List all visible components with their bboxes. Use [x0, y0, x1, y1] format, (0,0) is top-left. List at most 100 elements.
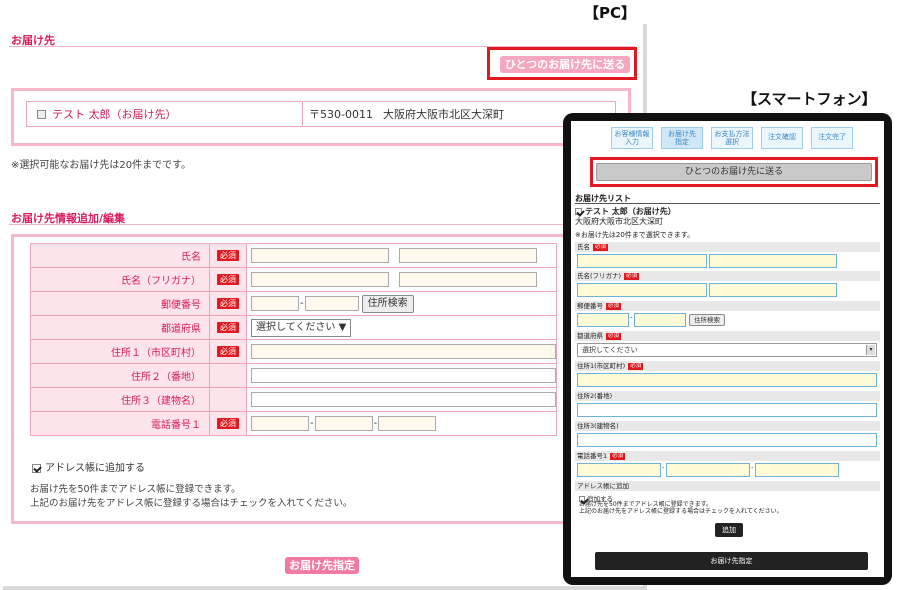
sp-address1-input[interactable]: [577, 373, 877, 387]
address2-input[interactable]: [251, 368, 556, 383]
label-kana: 氏名（フリガナ）: [30, 267, 210, 292]
step-label: 入力: [625, 138, 639, 146]
address-search-button[interactable]: 住所検索: [361, 294, 414, 313]
phone-2-input[interactable]: [314, 416, 373, 431]
sp-label-phone: 電話番号1 必須: [575, 451, 880, 461]
sp-address3-input[interactable]: [577, 433, 877, 447]
book-note-line: 上記のお届け先をアドレス帳に登録する場合はチェックを入れてください。: [30, 498, 353, 509]
sp-label-text: 郵便番号: [577, 302, 603, 310]
phone-dash: -: [310, 418, 314, 429]
sp-phone-dash: -: [751, 464, 754, 472]
postal-dash: -: [300, 298, 304, 309]
prefecture-select[interactable]: 選択してください ▼: [251, 318, 352, 337]
step-payment: お支払方法 選択: [711, 127, 753, 149]
sp-address2-input[interactable]: [577, 403, 877, 417]
first-name-kana-input[interactable]: [399, 272, 537, 287]
sp-prefecture-select[interactable]: 選択してください ▾: [577, 343, 877, 357]
form-row-address2: 住所２（番地）: [30, 363, 557, 388]
label-postal: 郵便番号: [30, 291, 210, 316]
required-badge: 必須: [628, 362, 644, 370]
sp-phone-2-input[interactable]: [666, 463, 750, 477]
step-label: 注文確認: [768, 133, 796, 141]
required-badge: 必須: [606, 332, 622, 340]
submit-delivery-button[interactable]: お届け先指定: [285, 557, 359, 574]
address-list-box: テスト 太郎（お届け先） 〒530-0011 大阪府大阪市北区大深町: [11, 88, 631, 146]
address-form-table: 氏名 必須 氏名（フリガナ） 必須 郵便番号 必須 - 住所検索 都道府県 必須 …: [30, 243, 557, 436]
sp-postal-1-input[interactable]: [577, 313, 629, 327]
sp-label-postal: 郵便番号 必須: [575, 301, 880, 311]
sp-single-address-button[interactable]: ひとつのお届け先に送る: [596, 163, 872, 181]
required-badge: 必須: [217, 274, 239, 285]
postal-code-2-input[interactable]: [304, 296, 359, 311]
prefecture-select-value: 選択してください: [256, 321, 336, 333]
required-badge: 必須: [217, 346, 239, 357]
sp-add-button[interactable]: 追加: [715, 523, 743, 537]
form-row-postal: 郵便番号 必須 - 住所検索: [30, 291, 557, 316]
sp-first-name-input[interactable]: [709, 254, 837, 268]
book-note: お届け先を50件までアドレス帳に登録できます。 上記のお届け先をアドレス帳に登録…: [30, 483, 352, 511]
sp-first-name-kana-input[interactable]: [709, 283, 837, 297]
add-to-book-row: アドレス帳に追加する: [32, 459, 145, 474]
single-address-button[interactable]: ひとつのお届け先に送る: [500, 56, 630, 73]
first-name-input[interactable]: [399, 248, 537, 263]
form-row-name: 氏名 必須: [30, 243, 557, 268]
pc-label: 【PC】: [584, 4, 637, 22]
address-entry: テスト 太郎（お届け先） 〒530-0011 大阪府大阪市北区大深町: [26, 101, 616, 127]
sp-phone-1-input[interactable]: [577, 463, 661, 477]
pc-view: お届け先 ひとつのお届け先に送る テスト 太郎（お届け先） 〒530-0011 …: [3, 24, 647, 590]
required-badge: 必須: [624, 272, 640, 280]
section-divider: [9, 224, 635, 225]
sp-label-prefecture: 都道府県 必須: [575, 331, 880, 341]
sp-label-text: 住所2(番地): [577, 392, 613, 400]
smartphone-frame: お客様情報 入力 お届け先 指定 お支払方法 選択 注文確認 注文完了 ひとつのお届け…: [563, 113, 892, 585]
step-label: 選択: [725, 138, 739, 146]
smartphone-screen: お客様情報 入力 お届け先 指定 お支払方法 選択 注文確認 注文完了 ひとつのお届け…: [571, 121, 884, 577]
address1-input[interactable]: [251, 344, 556, 359]
sp-divider: [575, 203, 880, 204]
label-name: 氏名: [30, 243, 210, 268]
sp-label-text: 住所1(市区町村): [577, 362, 626, 370]
address-checkbox[interactable]: [37, 109, 46, 119]
sp-limit-note: ※お届け先は20件まで選択できます。: [575, 231, 695, 239]
step-customer-info: お客様情報 入力: [611, 127, 653, 149]
sp-book-note-line: 上記のお届け先をアドレス帳に登録する場合はチェックを入れてください。: [579, 508, 783, 515]
sp-last-name-input[interactable]: [577, 254, 707, 268]
postal-code-1-input[interactable]: [251, 296, 299, 311]
form-row-address1: 住所１（市区町村） 必須: [30, 339, 557, 364]
step-label: 指定: [675, 138, 689, 146]
required-badge: 必須: [606, 302, 622, 310]
add-to-book-checkbox[interactable]: [32, 463, 41, 473]
sp-address-search-button[interactable]: 住所検索: [689, 314, 725, 326]
last-name-input[interactable]: [251, 248, 389, 263]
address3-input[interactable]: [251, 392, 556, 407]
sp-postal-2-input[interactable]: [634, 313, 686, 327]
sp-entry-checkbox[interactable]: [575, 208, 582, 215]
last-name-kana-input[interactable]: [251, 272, 389, 287]
book-note-line: お届け先を50件までアドレス帳に登録できます。: [30, 484, 241, 495]
sp-label-address3: 住所3(建物名): [575, 421, 880, 431]
label-address2: 住所２（番地）: [30, 363, 210, 388]
sp-label-name: 氏名 必須: [575, 242, 880, 252]
phone-dash: -: [373, 418, 378, 429]
form-row-prefecture: 都道府県 必須 選択してください ▼: [30, 315, 557, 340]
phone-1-input[interactable]: [251, 416, 309, 431]
sp-submit-delivery-button[interactable]: お届け先指定: [595, 552, 868, 570]
sp-prefecture-value: 選択してください: [582, 346, 638, 354]
required-badge: 必須: [217, 418, 239, 429]
label-phone: 電話番号１: [30, 411, 210, 436]
sp-label-text: 住所3(建物名): [577, 422, 619, 430]
sp-label-text: 電話番号1: [577, 452, 608, 460]
sp-postal-dash: -: [630, 314, 633, 322]
form-row-address3: 住所３（建物名）: [30, 387, 557, 412]
phone-3-input[interactable]: [378, 416, 437, 431]
sp-label-address2: 住所2(番地): [575, 391, 880, 401]
sp-book-note-line: お届け先を50件までアドレス帳に登録できます。: [579, 501, 713, 508]
step-label: 注文完了: [818, 133, 846, 141]
label-prefecture: 都道府県: [30, 315, 210, 340]
required-badge: 必須: [217, 298, 239, 309]
sp-phone-3-input[interactable]: [755, 463, 839, 477]
sp-last-name-kana-input[interactable]: [577, 283, 707, 297]
sp-label-text: 都道府県: [577, 332, 603, 340]
add-to-book-label: アドレス帳に追加する: [45, 463, 145, 474]
required-badge: 必須: [593, 243, 609, 251]
